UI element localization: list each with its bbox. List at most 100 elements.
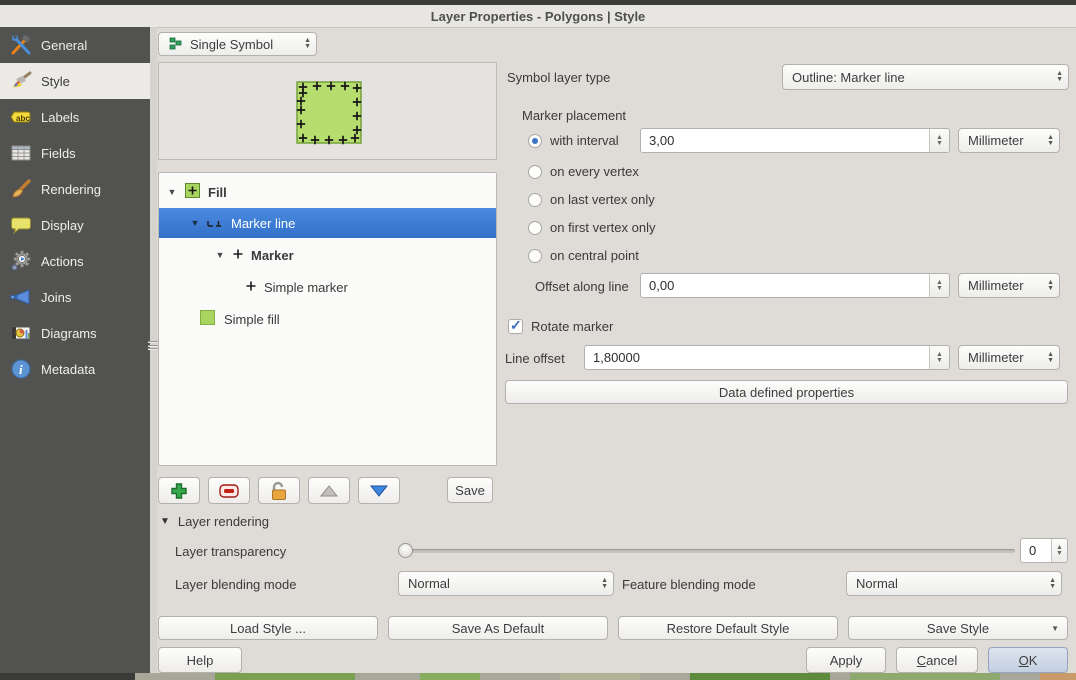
transparency-slider-handle[interactable] bbox=[398, 543, 413, 558]
radio-on-central-point[interactable]: on central point bbox=[528, 248, 639, 263]
radio-icon[interactable] bbox=[528, 221, 542, 235]
radio-on-last-vertex[interactable]: on last vertex only bbox=[528, 192, 655, 207]
radio-with-interval[interactable]: with interval bbox=[528, 133, 619, 148]
transparency-slider-track[interactable] bbox=[398, 549, 1015, 553]
combo-arrows-icon: ▲▼ bbox=[1049, 578, 1056, 590]
move-layer-up-button[interactable] bbox=[308, 477, 350, 504]
tools-icon bbox=[10, 34, 32, 56]
tree-row-fill[interactable]: ▼ Fill bbox=[159, 177, 496, 207]
apply-button[interactable]: Apply bbox=[806, 647, 886, 673]
marker-placement-label: Marker placement bbox=[522, 108, 626, 123]
symbol-preview bbox=[159, 63, 496, 159]
marker-line-icon bbox=[207, 216, 224, 231]
ok-button[interactable]: OK bbox=[988, 647, 1068, 673]
sidebar-item-label: Fields bbox=[41, 146, 76, 161]
tree-row-label: Marker line bbox=[231, 216, 295, 231]
sidebar-item-fields[interactable]: Fields bbox=[0, 135, 150, 171]
down-triangle-icon bbox=[369, 484, 389, 498]
lock-color-button[interactable] bbox=[258, 477, 300, 504]
spinner-arrows-icon[interactable]: ▲▼ bbox=[1051, 539, 1067, 562]
spinner-arrows-icon[interactable]: ▲▼ bbox=[929, 129, 949, 152]
restore-default-style-label: Restore Default Style bbox=[667, 621, 790, 636]
offset-unit-combobox[interactable]: Millimeter ▲▼ bbox=[958, 273, 1060, 298]
restore-default-style-button[interactable]: Restore Default Style bbox=[618, 616, 838, 640]
tree-row-label: Marker bbox=[251, 248, 294, 263]
spinner-arrows-icon[interactable]: ▲▼ bbox=[929, 274, 949, 297]
speech-bubble-icon bbox=[10, 214, 32, 236]
save-symbol-button[interactable]: Save bbox=[447, 477, 493, 503]
rotate-marker-checkbox-row[interactable]: Rotate marker bbox=[508, 319, 613, 334]
combo-arrows-icon: ▲▼ bbox=[601, 578, 608, 590]
move-layer-down-button[interactable] bbox=[358, 477, 400, 504]
sidebar-item-label: Diagrams bbox=[41, 326, 97, 341]
renderer-combobox[interactable]: Single Symbol ▲▼ bbox=[158, 32, 317, 56]
dialog-titlebar[interactable]: Layer Properties - Polygons | Style bbox=[0, 5, 1076, 28]
sidebar-item-style[interactable]: Style bbox=[0, 63, 150, 99]
help-button[interactable]: Help bbox=[158, 647, 242, 673]
sidebar-item-actions[interactable]: Actions bbox=[0, 243, 150, 279]
expander-icon[interactable]: ▼ bbox=[215, 250, 225, 260]
expander-icon[interactable]: ▼ bbox=[190, 218, 200, 228]
layer-blending-mode-label: Layer blending mode bbox=[175, 577, 296, 592]
sidebar-item-display[interactable]: Display bbox=[0, 207, 150, 243]
radio-icon[interactable] bbox=[528, 134, 542, 148]
layer-rendering-section-header[interactable]: ▼ Layer rendering bbox=[160, 514, 269, 529]
sidebar-item-general[interactable]: General bbox=[0, 27, 150, 63]
join-arrow-icon bbox=[10, 286, 32, 308]
sidebar-item-label: Metadata bbox=[41, 362, 95, 377]
tree-row-marker-line[interactable]: ▼ Marker line bbox=[159, 208, 496, 238]
cancel-button[interactable]: Cancel bbox=[896, 647, 978, 673]
symbol-layers-tree: ▼ Fill ▼ Marker line ▼ Marker bbox=[158, 172, 497, 466]
line-offset-label: Line offset bbox=[505, 351, 565, 366]
sidebar-item-rendering[interactable]: Rendering bbox=[0, 171, 150, 207]
offset-unit-value: Millimeter bbox=[968, 278, 1024, 293]
marker-icon bbox=[232, 248, 244, 263]
line-offset-spinbox[interactable]: 1,80000 ▲▼ bbox=[584, 345, 950, 370]
ok-label: OK bbox=[1019, 653, 1038, 668]
data-defined-label: Data defined properties bbox=[719, 385, 854, 400]
interval-spinbox[interactable]: 3,00 ▲▼ bbox=[640, 128, 950, 153]
symbol-layer-type-label: Symbol layer type bbox=[507, 70, 610, 85]
layer-transparency-label: Layer transparency bbox=[175, 544, 286, 559]
symbol-preview-panel bbox=[158, 62, 497, 160]
load-style-button[interactable]: Load Style ... bbox=[158, 616, 378, 640]
offset-along-line-spinbox[interactable]: 0,00 ▲▼ bbox=[640, 273, 950, 298]
sidebar-item-labels[interactable]: abc Labels bbox=[0, 99, 150, 135]
radio-on-first-vertex[interactable]: on first vertex only bbox=[528, 220, 656, 235]
radio-label: on every vertex bbox=[550, 164, 639, 179]
interval-value: 3,00 bbox=[649, 133, 674, 148]
save-as-default-button[interactable]: Save As Default bbox=[388, 616, 608, 640]
radio-label: on last vertex only bbox=[550, 192, 655, 207]
sidebar-item-joins[interactable]: Joins bbox=[0, 279, 150, 315]
radio-on-every-vertex[interactable]: on every vertex bbox=[528, 164, 639, 179]
radio-icon[interactable] bbox=[528, 165, 542, 179]
panel-splitter[interactable] bbox=[150, 27, 157, 673]
tree-row-simple-fill[interactable]: Simple fill bbox=[159, 304, 496, 334]
up-triangle-icon bbox=[319, 484, 339, 498]
radio-icon[interactable] bbox=[528, 249, 542, 263]
remove-symbol-layer-button[interactable] bbox=[208, 477, 250, 504]
dropdown-arrow-icon: ▼ bbox=[1051, 624, 1059, 633]
sidebar-item-diagrams[interactable]: Diagrams bbox=[0, 315, 150, 351]
data-defined-properties-button[interactable]: Data defined properties bbox=[505, 380, 1068, 404]
save-style-button[interactable]: Save Style ▼ bbox=[848, 616, 1068, 640]
layer-blending-combobox[interactable]: Normal ▲▼ bbox=[398, 571, 614, 596]
expander-icon[interactable]: ▼ bbox=[167, 187, 177, 197]
tree-row-simple-marker[interactable]: Simple marker bbox=[159, 272, 496, 302]
plus-icon bbox=[170, 482, 188, 500]
sidebar-item-label: Display bbox=[41, 218, 84, 233]
feature-blending-combobox[interactable]: Normal ▲▼ bbox=[846, 571, 1062, 596]
tree-row-marker[interactable]: ▼ Marker bbox=[159, 240, 496, 270]
interval-unit-value: Millimeter bbox=[968, 133, 1024, 148]
radio-icon[interactable] bbox=[528, 193, 542, 207]
abc-label-icon: abc bbox=[10, 106, 32, 128]
sidebar-item-metadata[interactable]: i Metadata bbox=[0, 351, 150, 387]
symbol-layer-type-combobox[interactable]: Outline: Marker line ▲▼ bbox=[782, 64, 1069, 90]
interval-unit-combobox[interactable]: Millimeter ▲▼ bbox=[958, 128, 1060, 153]
checkbox-icon[interactable] bbox=[508, 319, 523, 334]
add-symbol-layer-button[interactable] bbox=[158, 477, 200, 504]
line-offset-unit-combobox[interactable]: Millimeter ▲▼ bbox=[958, 345, 1060, 370]
transparency-spinbox[interactable]: 0 ▲▼ bbox=[1020, 538, 1068, 563]
spinner-arrows-icon[interactable]: ▲▼ bbox=[929, 346, 949, 369]
table-icon bbox=[10, 142, 32, 164]
